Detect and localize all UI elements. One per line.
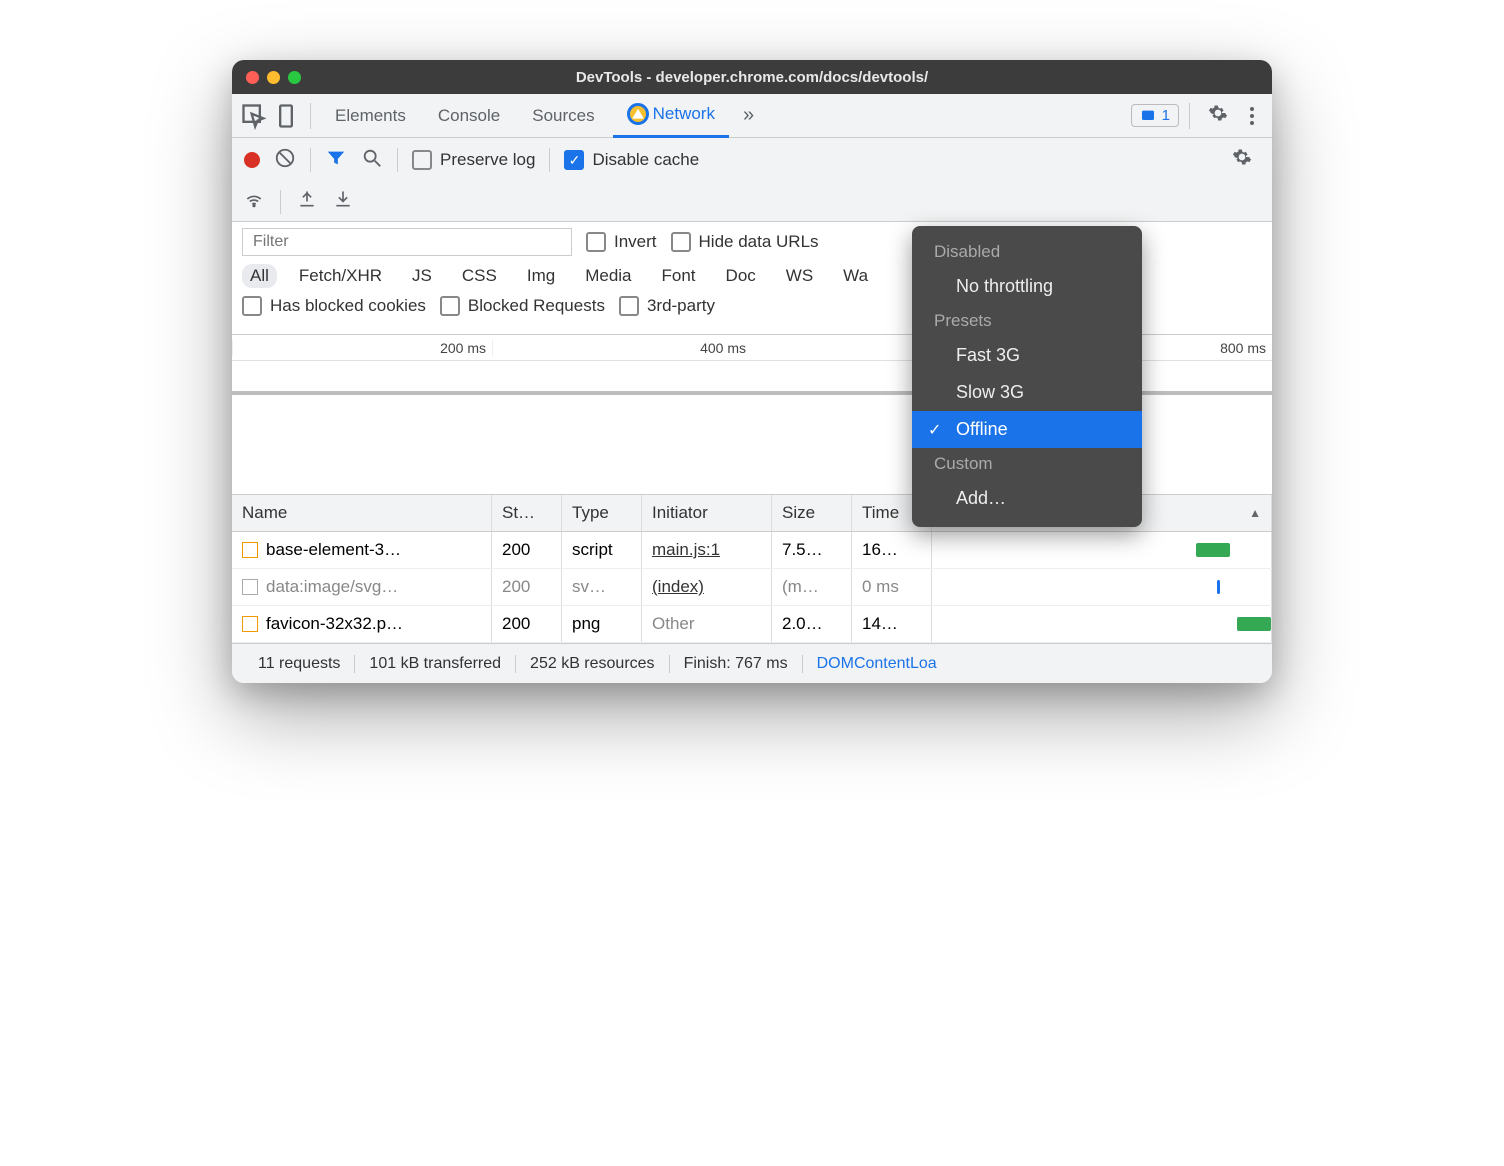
cell-initiator[interactable]: main.js:1 <box>642 532 772 568</box>
filter-type-all[interactable]: All <box>242 264 277 288</box>
status-dcl: DOMContentLoa <box>803 655 951 673</box>
devtools-window: DevTools - developer.chrome.com/docs/dev… <box>232 60 1272 683</box>
throttle-slow-3g[interactable]: Slow 3G <box>912 374 1142 411</box>
status-finish: Finish: 767 ms <box>670 655 803 673</box>
cell-time: 14… <box>852 606 932 642</box>
filter-type-font[interactable]: Font <box>654 264 704 288</box>
more-menu-icon[interactable] <box>1240 107 1264 125</box>
status-transferred: 101 kB transferred <box>355 655 516 673</box>
filter-type-wasm[interactable]: Wa <box>835 264 876 288</box>
filter-type-img[interactable]: Img <box>519 264 563 288</box>
invert-checkbox[interactable]: Invert <box>586 232 657 252</box>
file-icon <box>242 542 258 558</box>
tab-console[interactable]: Console <box>424 94 514 138</box>
cell-size: 2.0… <box>772 606 852 642</box>
cell-time: 16… <box>852 532 932 568</box>
window-title: DevTools - developer.chrome.com/docs/dev… <box>232 69 1272 86</box>
main-tabbar: Elements Console Sources Network » 1 <box>232 94 1272 138</box>
cell-initiator[interactable]: (index) <box>642 569 772 605</box>
settings-icon[interactable] <box>1200 103 1236 129</box>
inspect-icon[interactable] <box>240 102 268 130</box>
hide-data-urls-checkbox[interactable]: Hide data URLs <box>671 232 819 252</box>
dropdown-header-custom: Custom <box>912 448 1142 480</box>
cell-type: png <box>562 606 642 642</box>
dropdown-header-presets: Presets <box>912 305 1142 337</box>
table-row[interactable]: data:image/svg… 200sv…(index)(m…0 ms <box>232 569 1272 606</box>
throttle-add[interactable]: Add… <box>912 480 1142 517</box>
tab-network[interactable]: Network <box>613 94 729 138</box>
col-name[interactable]: Name <box>232 495 492 531</box>
blocked-cookies-checkbox[interactable]: Has blocked cookies <box>242 296 426 316</box>
network-toolbar-2 <box>232 182 1272 222</box>
disable-cache-checkbox[interactable]: ✓ Disable cache <box>564 150 699 170</box>
cell-type: script <box>562 532 642 568</box>
network-settings-icon[interactable] <box>1224 147 1260 173</box>
filter-type-media[interactable]: Media <box>577 264 639 288</box>
search-icon[interactable] <box>361 147 383 174</box>
cell-size: 7.5… <box>772 532 852 568</box>
sort-indicator-icon: ▲ <box>1249 506 1261 520</box>
preserve-log-checkbox[interactable]: Preserve log <box>412 150 535 170</box>
status-resources: 252 kB resources <box>516 655 670 673</box>
tab-sources[interactable]: Sources <box>518 94 608 138</box>
dropdown-header-disabled: Disabled <box>912 236 1142 268</box>
filter-type-doc[interactable]: Doc <box>718 264 764 288</box>
cell-type: sv… <box>562 569 642 605</box>
throttle-no-throttling[interactable]: No throttling <box>912 268 1142 305</box>
import-har-icon[interactable] <box>297 189 317 214</box>
col-type[interactable]: Type <box>562 495 642 531</box>
network-toolbar: Preserve log ✓ Disable cache <box>232 138 1272 182</box>
maximize-window-button[interactable] <box>288 71 301 84</box>
col-initiator[interactable]: Initiator <box>642 495 772 531</box>
check-icon: ✓ <box>928 420 941 440</box>
record-button[interactable] <box>244 152 260 168</box>
status-bar: 11 requests 101 kB transferred 252 kB re… <box>232 643 1272 683</box>
close-window-button[interactable] <box>246 71 259 84</box>
file-icon <box>242 616 258 632</box>
filter-icon[interactable] <box>325 147 347 174</box>
throttle-fast-3g[interactable]: Fast 3G <box>912 337 1142 374</box>
cell-status: 200 <box>492 532 562 568</box>
status-requests: 11 requests <box>244 655 355 673</box>
divider <box>1189 103 1190 129</box>
cell-waterfall <box>932 532 1272 568</box>
request-name: data:image/svg… <box>266 577 398 597</box>
filter-input[interactable] <box>242 228 572 256</box>
col-size[interactable]: Size <box>772 495 852 531</box>
cell-size: (m… <box>772 569 852 605</box>
request-name: favicon-32x32.p… <box>266 614 403 634</box>
cell-status: 200 <box>492 606 562 642</box>
minimize-window-button[interactable] <box>267 71 280 84</box>
clear-icon[interactable] <box>274 147 296 174</box>
filter-type-fetch[interactable]: Fetch/XHR <box>291 264 390 288</box>
filter-type-js[interactable]: JS <box>404 264 440 288</box>
throttling-dropdown: Disabled No throttling Presets Fast 3G S… <box>912 226 1142 527</box>
cell-initiator[interactable]: Other <box>642 606 772 642</box>
divider <box>310 103 311 129</box>
export-har-icon[interactable] <box>333 189 353 214</box>
request-name: base-element-3… <box>266 540 401 560</box>
filter-type-ws[interactable]: WS <box>778 264 821 288</box>
warning-icon <box>627 103 649 125</box>
network-conditions-icon[interactable] <box>244 189 264 214</box>
filter-type-css[interactable]: CSS <box>454 264 505 288</box>
tab-elements[interactable]: Elements <box>321 94 420 138</box>
cell-waterfall <box>932 606 1272 642</box>
cell-status: 200 <box>492 569 562 605</box>
col-status[interactable]: St… <box>492 495 562 531</box>
file-icon <box>242 579 258 595</box>
issues-button[interactable]: 1 <box>1131 104 1179 127</box>
traffic-lights <box>246 71 301 84</box>
cell-waterfall <box>932 569 1272 605</box>
cell-time: 0 ms <box>852 569 932 605</box>
blocked-requests-checkbox[interactable]: Blocked Requests <box>440 296 605 316</box>
device-mode-icon[interactable] <box>272 102 300 130</box>
table-row[interactable]: favicon-32x32.p… 200pngOther2.0…14… <box>232 606 1272 643</box>
tabs-overflow-button[interactable]: » <box>733 104 764 127</box>
titlebar: DevTools - developer.chrome.com/docs/dev… <box>232 60 1272 94</box>
table-row[interactable]: base-element-3… 200scriptmain.js:17.5…16… <box>232 532 1272 569</box>
third-party-checkbox[interactable]: 3rd-party <box>619 296 715 316</box>
throttle-offline[interactable]: ✓ Offline <box>912 411 1142 448</box>
